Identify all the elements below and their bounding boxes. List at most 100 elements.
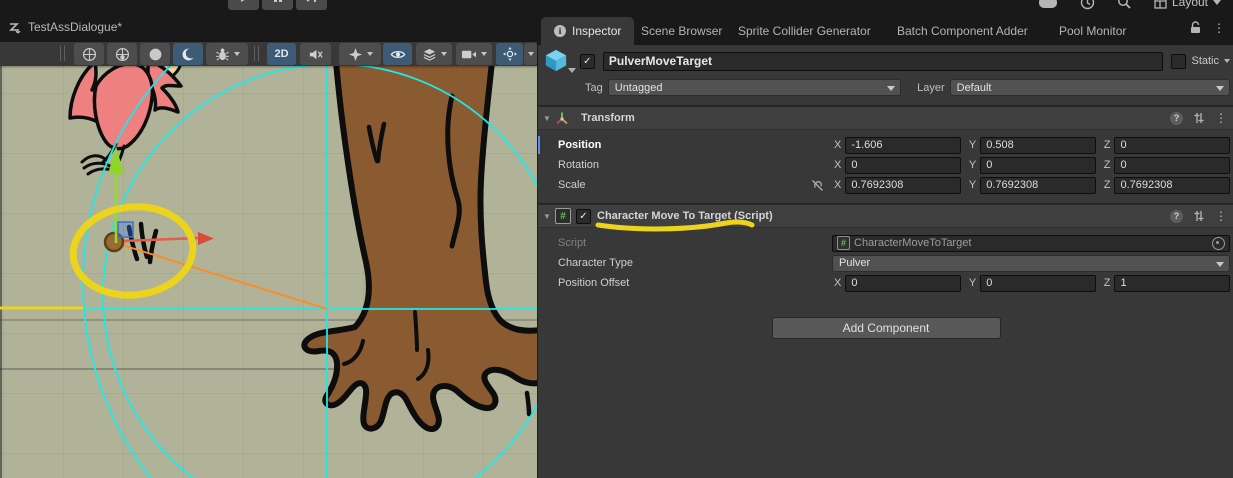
- rotation-row: Rotation X 0 Y 0 Z 0: [538, 155, 1233, 175]
- help-icon[interactable]: ?: [1170, 210, 1183, 223]
- shading-wireframe-button[interactable]: [74, 43, 104, 65]
- xy-plane-handle[interactable]: [118, 222, 133, 237]
- axis-z-label: Z: [1104, 179, 1111, 191]
- character-type-dropdown[interactable]: Pulver: [832, 255, 1230, 272]
- step-button[interactable]: [296, 0, 327, 10]
- position-y-field[interactable]: 0.508: [980, 137, 1096, 154]
- audio-muted-icon: [308, 47, 323, 62]
- layout-dropdown[interactable]: Layout: [1154, 0, 1221, 9]
- tag-dropdown[interactable]: Untagged: [608, 79, 901, 96]
- active-checkbox[interactable]: ✓: [580, 54, 595, 69]
- transform-icon: [555, 111, 569, 125]
- toolbar-separator: [258, 46, 259, 61]
- axis-y-label: Y: [969, 179, 976, 191]
- foldout-icon[interactable]: ▼: [543, 212, 555, 221]
- shading-shaded-button[interactable]: [140, 43, 170, 65]
- eye-icon: [390, 47, 406, 62]
- scene-left-edge: [0, 66, 2, 478]
- axis-y-label: Y: [969, 277, 976, 289]
- position-offset-row: Position Offset X 0 Y 0 Z 1: [538, 273, 1233, 293]
- scale-x-field[interactable]: 0.7692308: [845, 177, 961, 194]
- layer-dropdown[interactable]: Default: [950, 79, 1230, 96]
- scale-row: Scale X 0.7692308 Y 0.7692308 Z 0.769230…: [538, 175, 1233, 195]
- tab-pool-monitor[interactable]: Pool Monitor: [1059, 17, 1126, 45]
- audio-mute-button[interactable]: [300, 43, 331, 65]
- position-x-field[interactable]: -1.606: [845, 137, 961, 154]
- shaded-wireframe-sphere-icon: [115, 47, 130, 62]
- 2d-mode-button[interactable]: 2D: [267, 43, 296, 65]
- debug-mode-button[interactable]: [206, 43, 248, 65]
- history-icon[interactable]: [1080, 0, 1095, 10]
- layers-button[interactable]: [416, 43, 452, 65]
- rotation-z-field[interactable]: 0: [1114, 157, 1230, 174]
- pause-button[interactable]: [262, 0, 293, 10]
- scene-viewport[interactable]: [0, 66, 537, 478]
- tag-value: Untagged: [615, 82, 663, 94]
- scale-z-field[interactable]: 0.7692308: [1114, 177, 1230, 194]
- bug-icon: [215, 47, 230, 62]
- enabled-checkbox[interactable]: ✓: [576, 209, 591, 224]
- script-icon: #: [555, 208, 571, 224]
- search-icon[interactable]: [1117, 0, 1132, 10]
- kebab-menu-icon[interactable]: ⋮: [1213, 22, 1225, 34]
- chevron-down-icon[interactable]: [568, 68, 576, 73]
- link-broken-icon[interactable]: [811, 179, 824, 192]
- property-label: Script: [558, 237, 832, 249]
- offset-x-field[interactable]: 0: [845, 275, 961, 292]
- property-label[interactable]: Scale: [558, 179, 808, 191]
- static-checkbox[interactable]: [1171, 54, 1186, 69]
- cloud-icon[interactable]: [1038, 0, 1058, 9]
- play-button[interactable]: [228, 0, 259, 10]
- camera-settings-button[interactable]: [456, 43, 492, 65]
- axis-y-label: Y: [969, 159, 976, 171]
- move-script-header[interactable]: ▼ # ✓ Character Move To Target (Script) …: [538, 204, 1233, 228]
- tag-label: Tag: [585, 82, 603, 94]
- shading-overdraw-button[interactable]: [173, 43, 203, 65]
- position-z-field[interactable]: 0: [1114, 137, 1230, 154]
- tab-batch-component-adder[interactable]: Batch Component Adder: [897, 17, 1028, 45]
- axis-y-label: Y: [969, 139, 976, 151]
- component-title: Character Move To Target (Script): [597, 210, 773, 222]
- presets-icon[interactable]: [1193, 112, 1205, 124]
- axis-x-label: X: [834, 179, 841, 191]
- add-component-button[interactable]: Add Component: [772, 317, 1001, 339]
- effects-button[interactable]: [339, 43, 381, 65]
- tab-label: Inspector: [572, 24, 621, 38]
- static-dropdown-icon[interactable]: [1224, 59, 1230, 63]
- gizmo-dropdown-button[interactable]: [524, 43, 537, 65]
- scene-window-titlebar[interactable]: TestAssDialogue*: [0, 12, 537, 42]
- scale-y-field[interactable]: 0.7692308: [980, 177, 1096, 194]
- layers-icon: [422, 47, 437, 62]
- main-toolbar: Layout: [0, 0, 1233, 12]
- foldout-icon[interactable]: ▼: [543, 114, 555, 123]
- script-value: CharacterMoveToTarget: [854, 237, 971, 249]
- presets-icon[interactable]: [1193, 210, 1205, 222]
- gameobject-icon-wrap[interactable]: [544, 48, 574, 74]
- shading-shaded-wireframe-button[interactable]: [107, 43, 137, 65]
- offset-z-field[interactable]: 1: [1114, 275, 1230, 292]
- axis-z-label: Z: [1104, 139, 1111, 151]
- tab-scene-browser[interactable]: Scene Browser: [641, 17, 722, 45]
- offset-y-field[interactable]: 0: [980, 275, 1096, 292]
- scene-toolbar: 2D: [0, 42, 537, 66]
- tab-sprite-collider-generator[interactable]: Sprite Collider Generator: [738, 17, 871, 45]
- rotation-x-field[interactable]: 0: [845, 157, 961, 174]
- axis-x-label: X: [834, 139, 841, 151]
- scene-canvas[interactable]: [0, 66, 537, 478]
- tab-inspector[interactable]: i Inspector: [541, 17, 634, 45]
- chevron-down-icon: [1213, 0, 1221, 5]
- object-picker-icon[interactable]: [1212, 237, 1225, 250]
- script-asset-icon: #: [837, 236, 850, 250]
- rotation-y-field[interactable]: 0: [980, 157, 1096, 174]
- property-label[interactable]: Rotation: [558, 159, 808, 171]
- lock-icon[interactable]: [1190, 21, 1201, 34]
- gameobject-name-field[interactable]: PulverMoveTarget: [603, 52, 1164, 71]
- script-object-field[interactable]: # CharacterMoveToTarget: [832, 235, 1230, 252]
- help-icon[interactable]: ?: [1170, 112, 1183, 125]
- kebab-menu-icon[interactable]: ⋮: [1215, 112, 1227, 124]
- gizmo-navigation-button[interactable]: [496, 43, 523, 65]
- kebab-menu-icon[interactable]: ⋮: [1215, 210, 1227, 222]
- property-label[interactable]: Position: [558, 139, 808, 151]
- scene-visibility-button[interactable]: [383, 43, 412, 65]
- transform-header[interactable]: ▼ Transform ? ⋮: [538, 106, 1233, 130]
